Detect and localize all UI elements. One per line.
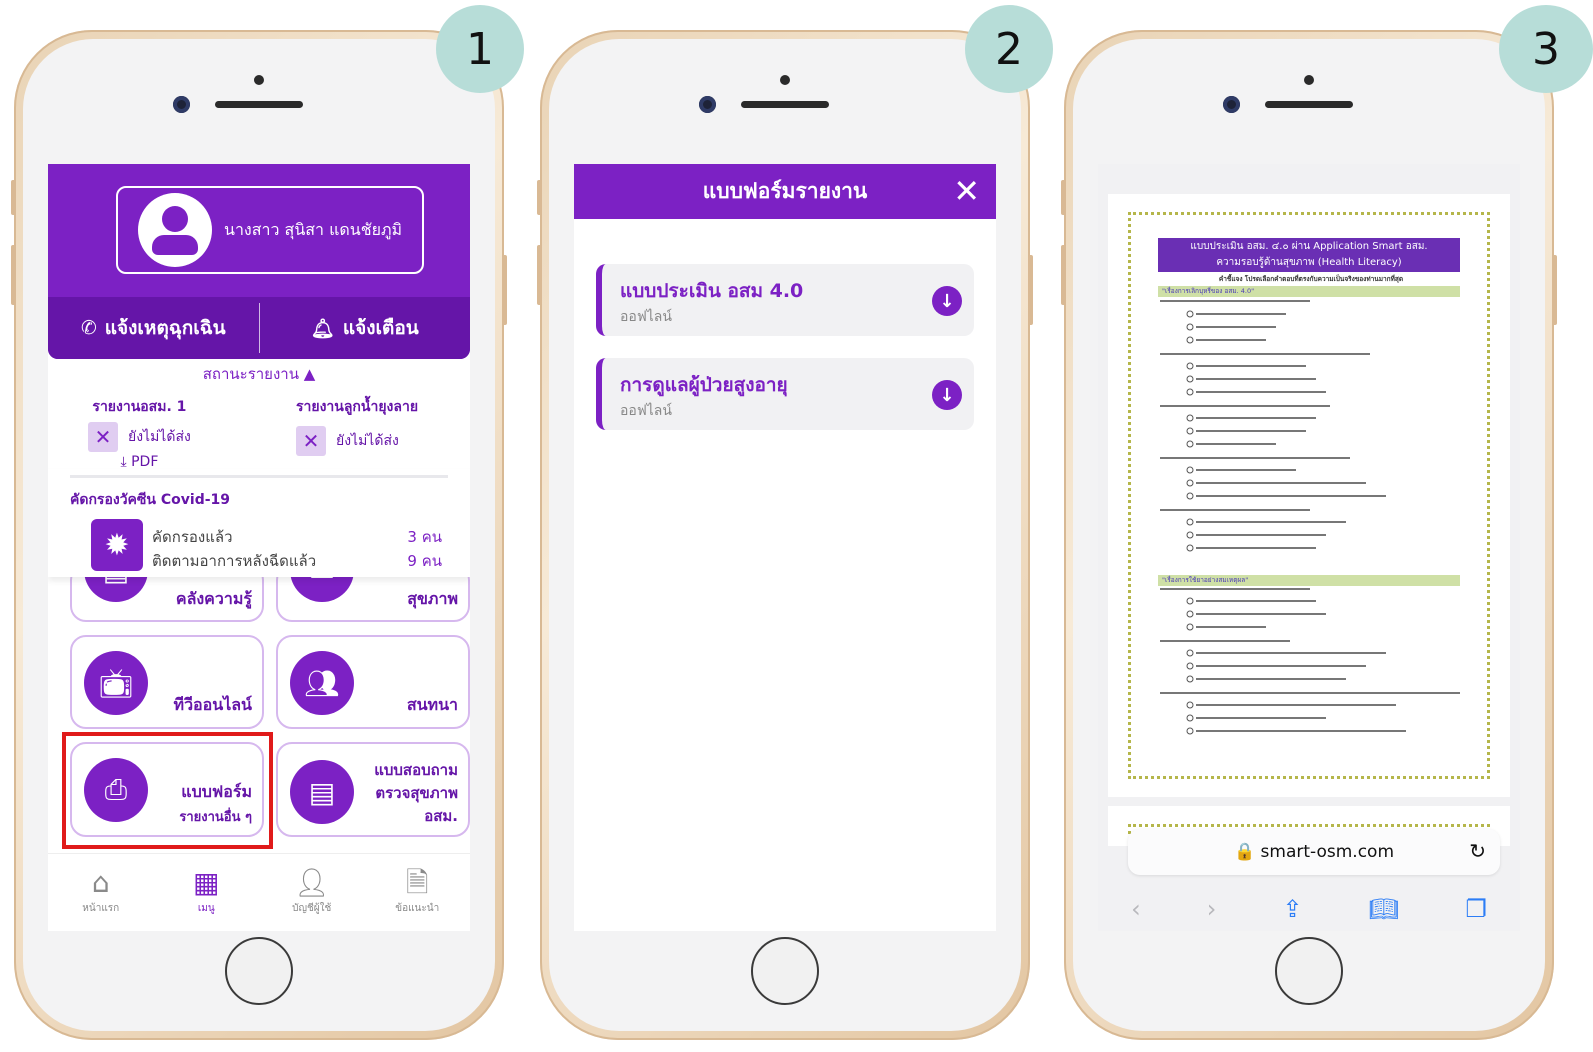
virus-icon: ✹	[91, 519, 143, 571]
tile-chat[interactable]: 👥︎ สนทนา	[276, 635, 470, 729]
step-badge-1: 1	[436, 5, 524, 93]
step-badge-3: 3	[1499, 5, 1593, 93]
tabs-icon[interactable]: ❐	[1465, 895, 1487, 923]
alert-button[interactable]: 🔔︎ แจ้งเตือน	[260, 297, 471, 359]
home-button[interactable]	[1275, 937, 1343, 1005]
group-icon: 👥︎	[290, 651, 354, 715]
tile-tv-online[interactable]: 📺︎ ทีวีออนไลน์	[70, 635, 264, 729]
status-toggle[interactable]: สถานะรายงาน ▲	[48, 362, 470, 386]
report-larvae: รายงานลูกน้ำยุงลาย ✕ ยังไม่ได้ส่ง	[296, 396, 418, 456]
pdf-viewer[interactable]: แบบประเมิน อสม. ๔.๐ ผ่าน Application Sma…	[1098, 164, 1520, 931]
url-bar[interactable]: 🔒 smart-osm.com ↻	[1128, 829, 1500, 875]
emergency-button[interactable]: ✆ แจ้งเหตุฉุกเฉิน	[48, 297, 259, 359]
covid-row-followup: ติดตามอาการหลังฉีดแล้ว 9 คน	[152, 552, 442, 570]
back-icon[interactable]: ‹	[1131, 895, 1141, 923]
screen-2: แบบฟอร์มรายงาน ✕ แบบประเมิน อสม 4.0 ออฟไ…	[574, 164, 996, 931]
url-text: 🔒 smart-osm.com	[1233, 842, 1395, 862]
canvas: นางสาว สุนิสา แดนชัยภูมิ ✆ แจ้งเหตุฉุกเฉ…	[0, 0, 1593, 1052]
pdf-page: แบบประเมิน อสม. ๔.๐ ผ่าน Application Sma…	[1108, 194, 1510, 797]
home-button[interactable]	[751, 937, 819, 1005]
tv-icon: 📺︎	[84, 651, 148, 715]
nav-account[interactable]: 👤︎ บัญชีผู้ใช้	[259, 854, 365, 931]
phone-icon: ✆	[80, 317, 97, 339]
pdf-link[interactable]: ⤓ PDF	[88, 454, 191, 470]
doc-header: แบบประเมิน อสม. ๔.๐ ผ่าน Application Sma…	[1158, 238, 1460, 272]
bell-icon: 🔔︎	[310, 317, 335, 340]
form-card-elderly-care[interactable]: การดูแลผู้ป่วยสูงอายุ ออฟไลน์ ↓	[596, 358, 974, 430]
bottom-nav: ⌂ หน้าแรก ▦ เมนู 👤︎ บัญชีผู้ใช้ 🗎 ข้อแนะนำ	[48, 853, 470, 931]
phone-1: นางสาว สุนิสา แดนชัยภูมิ ✆ แจ้งเหตุฉุกเฉ…	[11, 30, 507, 1040]
browser-toolbar: ‹ › ⇪ 📖︎ ❐	[1098, 886, 1520, 931]
profile-name: นางสาว สุนิสา แดนชัยภูมิ	[224, 219, 403, 239]
bookmarks-icon[interactable]: 📖︎	[1369, 895, 1399, 923]
download-icon[interactable]: ↓	[932, 286, 962, 316]
nav-menu[interactable]: ▦ เมนู	[154, 854, 260, 931]
page-title: แบบฟอร์มรายงาน	[702, 179, 868, 203]
screen-1: นางสาว สุนิสา แดนชัยภูมิ ✆ แจ้งเหตุฉุกเฉ…	[48, 164, 470, 931]
doc-section: "เรื่องการเลิกบุหรี่ของ อสม. 4.0"	[1158, 286, 1460, 297]
step-badge-2: 2	[965, 5, 1053, 93]
profile-card[interactable]: นางสาว สุนิสา แดนชัยภูมิ	[116, 186, 424, 274]
nav-home[interactable]: ⌂ หน้าแรก	[48, 854, 154, 931]
covid-row-screened: คัดกรองแล้ว 3 คน	[152, 528, 442, 546]
camera-icon	[699, 96, 716, 113]
download-icon[interactable]: ↓	[932, 380, 962, 410]
not-sent-icon: ✕	[296, 426, 326, 456]
covid-card: คัดกรองวัคซีน Covid-19 ✹ คัดกรองแล้ว 3 คน…	[48, 469, 470, 577]
reload-icon[interactable]: ↻	[1469, 839, 1486, 863]
home-button[interactable]	[225, 937, 293, 1005]
share-icon[interactable]: ⇪	[1283, 895, 1303, 923]
screen-3: แบบประเมิน อสม. ๔.๐ ผ่าน Application Sma…	[1098, 164, 1520, 931]
camera-icon	[1223, 96, 1240, 113]
form-card-assessment[interactable]: แบบประเมิน อสม 4.0 ออฟไลน์ ↓	[596, 264, 974, 336]
phone-3: แบบประเมิน อสม. ๔.๐ ผ่าน Application Sma…	[1061, 30, 1557, 1040]
grid-icon: ▦	[193, 866, 220, 899]
home-icon: ⌂	[91, 866, 110, 899]
user-icon: 👤︎	[293, 866, 330, 899]
document-icon: ▤	[290, 760, 354, 824]
close-icon[interactable]: ✕	[953, 172, 980, 210]
nav-guide[interactable]: 🗎 ข้อแนะนำ	[365, 854, 471, 931]
document-icon: 🗎	[405, 866, 429, 899]
tile-survey[interactable]: ▤ แบบสอบถาม ตรวจสุขภาพ อสม.	[276, 742, 470, 837]
phone-2: แบบฟอร์มรายงาน ✕ แบบประเมิน อสม 4.0 ออฟไ…	[537, 30, 1033, 1040]
report-form-title-bar: แบบฟอร์มรายงาน ✕	[574, 164, 996, 219]
highlight-box	[62, 732, 273, 849]
camera-icon	[173, 96, 190, 113]
profile-header: นางสาว สุนิสา แดนชัยภูมิ ✆ แจ้งเหตุฉุกเฉ…	[48, 164, 470, 359]
doc-question-lines	[1160, 300, 1460, 735]
report-osm-1: รายงานอสม. 1 ✕ ยังไม่ได้ส่ง ⤓ PDF	[88, 396, 191, 470]
avatar	[138, 193, 212, 267]
forward-icon[interactable]: ›	[1207, 895, 1217, 923]
covid-title: คัดกรองวัคซีน Covid-19	[70, 492, 231, 508]
not-sent-icon: ✕	[88, 422, 118, 452]
